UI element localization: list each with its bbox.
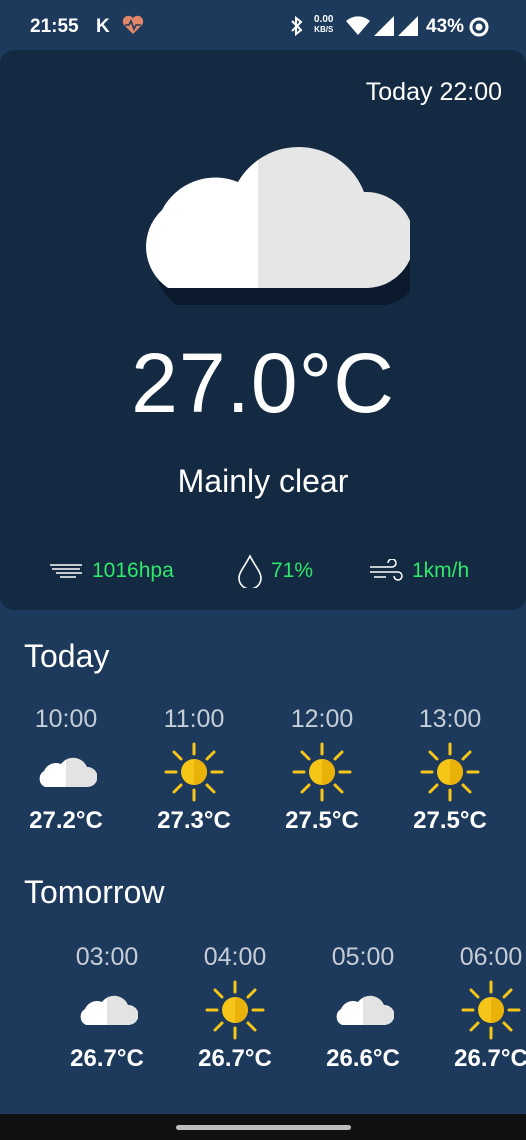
pressure-stat: 1016hpa <box>48 555 174 587</box>
status-bar: 21:55 K 0.00 KB/S 43% <box>0 0 526 52</box>
signal-icon <box>398 16 418 41</box>
wind-stat: 1km/h <box>368 555 469 587</box>
sun-icon <box>180 975 290 1045</box>
current-weather-card[interactable]: Today 22:00 27.0°C Mainly clear 1016hpa <box>0 50 526 610</box>
hour-time: 11:00 <box>163 705 225 733</box>
wifi-icon <box>346 16 370 41</box>
pressure-value: 1016hpa <box>92 559 174 582</box>
clock: 21:55 <box>30 16 79 37</box>
hour-time: 04:00 <box>203 943 267 971</box>
cloud-icon <box>110 130 425 310</box>
hour-time: 13:00 <box>418 705 482 733</box>
hourly-forecast-item[interactable]: 10:00 27.2°C <box>11 705 121 835</box>
k-notification-icon: K <box>96 16 110 37</box>
forecast-time: Today 22:00 <box>365 78 502 106</box>
tomorrow-hourly-scroller[interactable]: 03:00 26.7°C 04:00 26.7°C 05:00 26.6°C 0… <box>0 940 526 1090</box>
home-gesture-handle[interactable] <box>176 1125 351 1130</box>
hour-time: 05:00 <box>331 943 395 971</box>
humidity-value: 71% <box>271 559 314 582</box>
hourly-forecast-item[interactable]: 05:00 26.6°C <box>308 943 418 1073</box>
hour-temperature: 27.2°C <box>29 807 103 834</box>
sun-icon <box>139 737 249 807</box>
hour-temperature: 26.7°C <box>70 1045 144 1072</box>
sun-icon <box>436 975 526 1045</box>
battery-percent: 43% <box>426 16 465 37</box>
hour-temperature: 26.6°C <box>326 1045 400 1072</box>
hourly-forecast-item[interactable]: 06:00 26.7°C <box>436 943 526 1073</box>
wind-value: 1km/h <box>412 559 470 582</box>
cloud-icon <box>11 737 121 807</box>
hourly-forecast-item[interactable]: 12:00 27.5°C <box>267 705 377 835</box>
tomorrow-section-title: Tomorrow <box>24 874 165 910</box>
navigation-bar <box>0 1114 526 1140</box>
humidity-stat: 71% <box>237 554 314 588</box>
sun-icon <box>395 737 505 807</box>
hour-time: 03:00 <box>75 943 139 971</box>
hour-temperature: 26.7°C <box>198 1045 272 1072</box>
sun-icon <box>267 737 377 807</box>
hour-temperature: 26.7°C <box>454 1045 526 1072</box>
hourly-forecast-item[interactable]: 04:00 26.7°C <box>180 943 290 1073</box>
today-section-title: Today <box>24 638 110 674</box>
wind-icon <box>370 559 403 581</box>
hour-temperature: 27.5°C <box>413 807 487 834</box>
hourly-forecast-item[interactable]: 03:00 26.7°C <box>52 943 162 1073</box>
hourly-forecast-item[interactable]: 11:00 27.3°C <box>139 705 249 835</box>
hour-time: 12:00 <box>290 705 354 733</box>
hour-time: 10:00 <box>34 705 98 733</box>
signal-icon <box>374 16 394 41</box>
cloud-icon <box>308 975 418 1045</box>
hour-time: 06:00 <box>459 943 523 971</box>
data-saver-icon <box>468 16 490 43</box>
weather-condition: Mainly clear <box>177 463 349 499</box>
current-temperature: 27.0°C <box>131 336 395 430</box>
hourly-forecast-item[interactable]: 13:00 27.5°C <box>395 705 505 835</box>
cloud-icon <box>52 975 162 1045</box>
network-speed: 0.00 KB/S <box>314 14 334 35</box>
droplet-icon <box>238 554 262 588</box>
hour-temperature: 27.5°C <box>285 807 359 834</box>
bluetooth-icon <box>288 15 306 42</box>
hour-temperature: 27.3°C <box>157 807 231 834</box>
heart-monitor-icon <box>122 15 144 40</box>
pressure-icon <box>50 564 82 578</box>
